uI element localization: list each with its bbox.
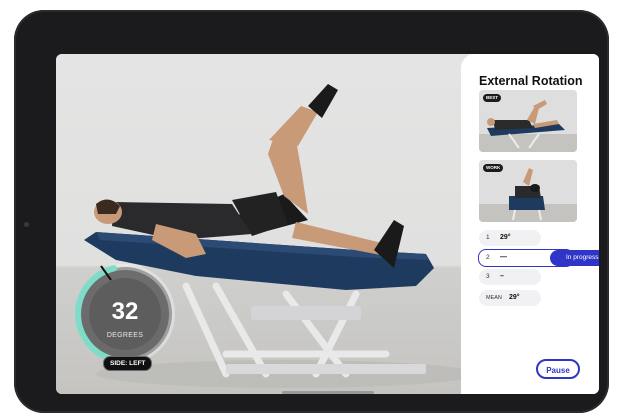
rep-value: — [500,253,507,261]
tablet-frame: 32 DEGREES SIDE: LEFT External Rotation [14,10,609,413]
in-progress-badge: In progress [550,249,599,266]
home-indicator-bar[interactable] [282,391,374,394]
gauge-degrees-value: 32 [111,298,139,325]
rep-value: – [500,272,504,280]
exercise-title: External Rotation [479,74,583,88]
best-rep-thumbnail[interactable]: BEST [479,90,577,152]
app-screen: 32 DEGREES SIDE: LEFT External Rotation [56,54,599,394]
thumbnail-badge-worst: WORK [483,164,504,172]
gauge-unit-label: DEGREES [106,332,144,339]
video-feed[interactable]: 32 DEGREES SIDE: LEFT [56,54,468,394]
rep-number: 2 [486,254,490,261]
mean-label: MEAN [486,294,502,301]
rep-value: 29° [500,233,511,241]
rep-number: 1 [486,234,490,241]
mean-value: 29° [509,293,520,301]
rep-row-1: 1 29° [479,230,541,246]
camera-dot [24,222,29,227]
worst-rep-thumbnail[interactable]: WORK [479,160,577,222]
rep-number: 3 [486,273,490,280]
exercise-panel: External Rotation BEST WORK 1 29° 2 — 3 … [461,54,599,394]
thumbnail-badge-best: BEST [483,94,502,102]
angle-gauge: 32 DEGREES [71,260,179,368]
mean-summary: MEAN 29° [479,290,541,306]
side-indicator-badge: SIDE: LEFT [103,356,153,371]
pause-button[interactable]: Pause [536,359,580,379]
rep-row-3: 3 – [479,269,541,285]
